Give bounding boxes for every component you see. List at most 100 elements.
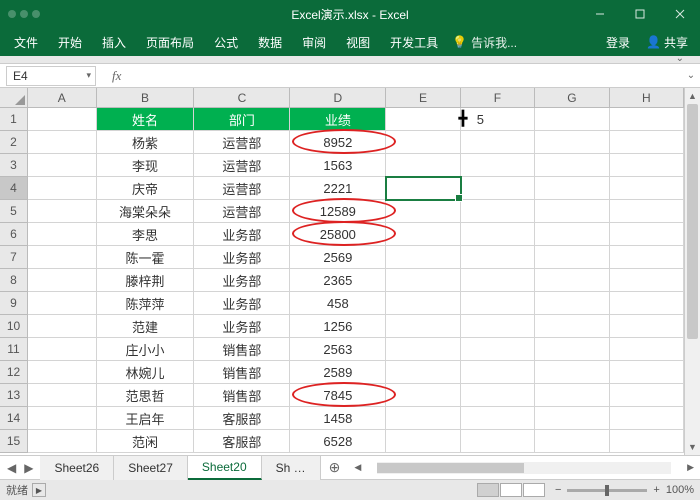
cell-A7[interactable] xyxy=(28,246,97,269)
col-header-B[interactable]: B xyxy=(97,88,195,108)
row-header-13[interactable]: 13 xyxy=(0,384,28,407)
cell-E9[interactable] xyxy=(386,292,460,315)
cell-C7[interactable]: 业务部 xyxy=(194,246,290,269)
cell-D4[interactable]: 2221 xyxy=(290,177,386,200)
ribbon-tab-7[interactable]: 视图 xyxy=(336,28,380,56)
ribbon-tab-5[interactable]: 数据 xyxy=(248,28,292,56)
cell-F9[interactable] xyxy=(461,292,535,315)
cell-D9[interactable]: 458 xyxy=(290,292,386,315)
cell-H9[interactable] xyxy=(610,292,684,315)
cell-D11[interactable]: 2563 xyxy=(290,338,386,361)
row-header-15[interactable]: 15 xyxy=(0,430,28,453)
cell-A6[interactable] xyxy=(28,223,97,246)
cell-F10[interactable] xyxy=(461,315,535,338)
cell-B4[interactable]: 庆帝 xyxy=(97,177,195,200)
cell-G7[interactable] xyxy=(535,246,609,269)
cell-H1[interactable] xyxy=(610,108,684,131)
cell-A13[interactable] xyxy=(28,384,97,407)
cell-C14[interactable]: 客服部 xyxy=(194,407,290,430)
tell-me[interactable]: 💡告诉我... xyxy=(452,34,517,51)
cell-F7[interactable] xyxy=(461,246,535,269)
cell-A5[interactable] xyxy=(28,200,97,223)
cell-B1[interactable]: 姓名 xyxy=(97,108,195,131)
new-sheet-button[interactable]: ⊕ xyxy=(321,459,349,476)
cell-C1[interactable]: 部门 xyxy=(194,108,290,131)
row-header-1[interactable]: 1 xyxy=(0,108,28,131)
cell-D1[interactable]: 业绩 xyxy=(290,108,386,131)
row-header-4[interactable]: 4 xyxy=(0,177,28,200)
cell-A9[interactable] xyxy=(28,292,97,315)
share-button[interactable]: 👤共享 xyxy=(638,34,696,51)
sheet-nav-prev[interactable]: ◀ xyxy=(4,461,19,475)
cell-B10[interactable]: 范建 xyxy=(97,315,195,338)
col-header-A[interactable]: A xyxy=(28,88,97,108)
ribbon-tab-0[interactable]: 文件 xyxy=(4,28,48,56)
cell-B11[interactable]: 庄小小 xyxy=(97,338,195,361)
col-header-E[interactable]: E xyxy=(386,88,460,108)
cell-E3[interactable] xyxy=(386,154,460,177)
vertical-scrollbar[interactable]: ▲ ▼ xyxy=(684,88,700,455)
cell-H6[interactable] xyxy=(610,223,684,246)
cell-G15[interactable] xyxy=(535,430,609,453)
cell-B12[interactable]: 林婉儿 xyxy=(97,361,195,384)
cell-G11[interactable] xyxy=(535,338,609,361)
scroll-right-icon[interactable]: ▶ xyxy=(685,462,696,473)
minimize-button[interactable] xyxy=(580,0,620,28)
cell-F2[interactable] xyxy=(461,131,535,154)
cell-G12[interactable] xyxy=(535,361,609,384)
expand-ribbon-icon[interactable]: ⌄ xyxy=(676,53,684,64)
zoom-out[interactable]: − xyxy=(555,484,561,496)
cell-D6[interactable]: 25800 xyxy=(290,223,386,246)
col-header-H[interactable]: H xyxy=(610,88,684,108)
cell-H5[interactable] xyxy=(610,200,684,223)
view-normal[interactable] xyxy=(477,483,499,497)
cell-C6[interactable]: 业务部 xyxy=(194,223,290,246)
cell-H3[interactable] xyxy=(610,154,684,177)
cell-D5[interactable]: 12589 xyxy=(290,200,386,223)
cell-D2[interactable]: 8952 xyxy=(290,131,386,154)
cell-D14[interactable]: 1458 xyxy=(290,407,386,430)
row-header-8[interactable]: 8 xyxy=(0,269,28,292)
view-break[interactable] xyxy=(523,483,545,497)
cell-E14[interactable] xyxy=(386,407,460,430)
scroll-left-icon[interactable]: ◀ xyxy=(352,462,363,473)
cell-F6[interactable] xyxy=(461,223,535,246)
name-box[interactable]: E4▾ xyxy=(6,66,96,86)
cell-E7[interactable] xyxy=(386,246,460,269)
col-header-D[interactable]: D xyxy=(290,88,386,108)
cell-E15[interactable] xyxy=(386,430,460,453)
cell-C11[interactable]: 销售部 xyxy=(194,338,290,361)
cell-A8[interactable] xyxy=(28,269,97,292)
cell-C13[interactable]: 销售部 xyxy=(194,384,290,407)
cell-D12[interactable]: 2589 xyxy=(290,361,386,384)
cell-C2[interactable]: 运营部 xyxy=(194,131,290,154)
col-header-F[interactable]: F xyxy=(461,88,535,108)
cell-H13[interactable] xyxy=(610,384,684,407)
cell-B6[interactable]: 李思 xyxy=(97,223,195,246)
sheet-nav-next[interactable]: ▶ xyxy=(21,461,36,475)
cell-C5[interactable]: 运营部 xyxy=(194,200,290,223)
cell-G1[interactable] xyxy=(535,108,609,131)
cell-B14[interactable]: 王启年 xyxy=(97,407,195,430)
sheet-tab-Sheet26[interactable]: Sheet26 xyxy=(40,456,114,480)
cell-G13[interactable] xyxy=(535,384,609,407)
cell-B2[interactable]: 杨紫 xyxy=(97,131,195,154)
cell-F5[interactable] xyxy=(461,200,535,223)
cell-A15[interactable] xyxy=(28,430,97,453)
cell-D3[interactable]: 1563 xyxy=(290,154,386,177)
row-header-5[interactable]: 5 xyxy=(0,200,28,223)
maximize-button[interactable] xyxy=(620,0,660,28)
cell-F12[interactable] xyxy=(461,361,535,384)
close-button[interactable] xyxy=(660,0,700,28)
row-header-12[interactable]: 12 xyxy=(0,361,28,384)
cell-E11[interactable] xyxy=(386,338,460,361)
cell-G10[interactable] xyxy=(535,315,609,338)
cell-A2[interactable] xyxy=(28,131,97,154)
cell-G6[interactable] xyxy=(535,223,609,246)
cell-F15[interactable] xyxy=(461,430,535,453)
cell-C10[interactable]: 业务部 xyxy=(194,315,290,338)
cell-E4[interactable] xyxy=(386,177,460,200)
macro-record-icon[interactable]: ▶ xyxy=(32,483,46,497)
ribbon-tab-8[interactable]: 开发工具 xyxy=(380,28,448,56)
cell-D10[interactable]: 1256 xyxy=(290,315,386,338)
